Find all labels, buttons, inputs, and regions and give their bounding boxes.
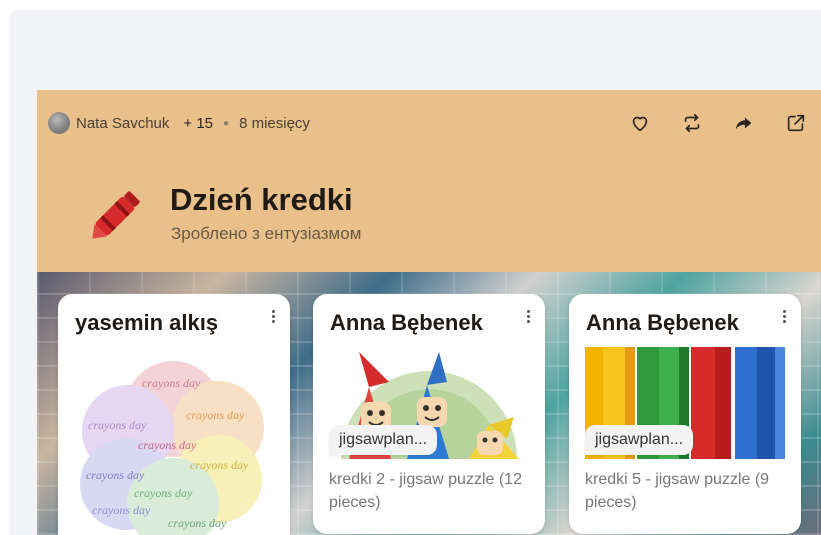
- board-meta: Nata Savchuk + 15 ● 8 miesięcy: [48, 112, 310, 134]
- author-avatar[interactable]: [48, 112, 70, 134]
- share-icon[interactable]: [733, 112, 755, 134]
- author-name[interactable]: Nata Savchuk: [76, 115, 169, 132]
- separator-dot: ●: [223, 117, 230, 129]
- post-card[interactable]: Anna Bębenek jigsawplan... kredki 2 - ji…: [313, 294, 545, 534]
- card-author: Anna Bębenek: [586, 310, 739, 335]
- board-subtitle: Зроблено з ентузіазмом: [171, 224, 362, 243]
- board-header: Nata Savchuk + 15 ● 8 miesięcy Dzień kre…: [37, 90, 821, 272]
- padlet-board: Nata Savchuk + 15 ● 8 miesięcy Dzień kre…: [37, 90, 821, 535]
- word-cloud-text: crayons day: [92, 503, 151, 517]
- crayon-emoji-icon: [79, 180, 151, 252]
- word-cloud-text: crayons day: [138, 438, 197, 452]
- board-title: Dzień kredki: [170, 182, 353, 217]
- post-card[interactable]: yasemin alkış crayons day crayons day cr…: [58, 294, 290, 535]
- header-actions: [629, 112, 807, 134]
- repost-icon[interactable]: [681, 112, 703, 134]
- heart-icon[interactable]: [629, 112, 651, 134]
- contributors-count[interactable]: + 15: [183, 115, 213, 132]
- word-cloud-text: crayons day: [142, 376, 201, 390]
- card-author: Anna Bębenek: [330, 310, 483, 335]
- word-cloud-text: crayons day: [186, 408, 245, 422]
- post-time: 8 miesięcy: [239, 114, 310, 132]
- word-cloud-image: crayons day crayons day crayons day cray…: [68, 349, 278, 535]
- word-cloud-text: crayons day: [134, 486, 193, 500]
- card-author: yasemin alkış: [75, 310, 219, 335]
- more-options-icon[interactable]: [523, 308, 533, 328]
- post-card[interactable]: Anna Bębenek jigsawplan... kredki 5 - ji…: [569, 294, 801, 534]
- word-cloud-text: crayons day: [168, 516, 227, 530]
- word-cloud-text: crayons day: [86, 468, 145, 482]
- card-description: kredki 2 - jigsaw puzzle (12 pieces): [329, 471, 522, 511]
- card-description: kredki 5 - jigsaw puzzle (9 pieces): [585, 471, 770, 511]
- more-options-icon[interactable]: [268, 308, 278, 328]
- open-external-icon[interactable]: [785, 112, 807, 134]
- word-cloud-text: crayons day: [190, 458, 249, 472]
- source-chip[interactable]: jigsawplan...: [329, 425, 438, 455]
- source-chip[interactable]: jigsawplan...: [585, 425, 694, 455]
- word-cloud-text: crayons day: [88, 418, 147, 432]
- more-options-icon[interactable]: [779, 308, 789, 328]
